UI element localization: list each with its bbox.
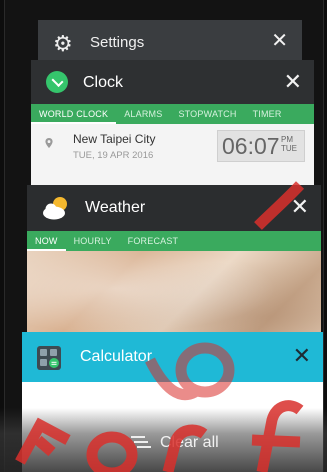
close-weather-button[interactable]: ✕ [291,196,309,218]
weather-tabs: NOW HOURLY FORECAST [27,231,321,251]
weather-card-title: Weather [85,199,146,216]
time-display: 06:07 PM TUE [217,130,305,162]
recent-apps-screen: ⚙ Settings ✕ Clock ✕ WORLD CLOCK ALARMS … [4,0,324,472]
city-name: New Taipei City [73,132,156,146]
time-value: 06:07 [222,133,280,159]
clear-all-icon [131,436,151,448]
time-ampm: PM TUE [281,135,297,153]
tab-hourly[interactable]: HOURLY [66,231,120,251]
weather-partly-cloudy-icon [43,197,67,220]
clock-card[interactable]: Clock ✕ WORLD CLOCK ALARMS STOPWATCH TIM… [31,60,314,188]
calculator-icon [37,346,61,370]
weather-card-header: Weather ✕ [27,185,321,231]
tab-stopwatch[interactable]: STOPWATCH [170,104,244,124]
clock-card-header: Clock ✕ [31,60,314,104]
calculator-card-title: Calculator [80,348,153,365]
tab-timer[interactable]: TIMER [245,104,290,124]
location-pin-icon [45,138,53,148]
clear-all-button[interactable]: Clear all [0,408,327,472]
day-label: TUE [281,144,297,153]
gear-icon: ⚙ [53,31,73,56]
settings-card-title: Settings [90,34,145,51]
calculator-card-header: Calculator ✕ [22,332,323,382]
tab-forecast[interactable]: FORECAST [120,231,187,251]
clock-preview: New Taipei City TUE, 19 APR 2016 06:07 P… [31,124,314,188]
weather-background [27,251,321,345]
close-settings-button[interactable]: ✕ [271,31,288,51]
tab-world-clock[interactable]: WORLD CLOCK [31,104,117,124]
clock-card-title: Clock [83,74,124,91]
weather-card[interactable]: Weather ✕ NOW HOURLY FORECAST [27,185,321,345]
close-calculator-button[interactable]: ✕ [293,345,311,367]
clear-all-label: Clear all [160,434,219,451]
city-date: TUE, 19 APR 2016 [73,150,154,161]
tab-alarms[interactable]: ALARMS [116,104,170,124]
tab-now[interactable]: NOW [27,231,66,251]
clock-app-icon [46,71,68,93]
clock-tabs: WORLD CLOCK ALARMS STOPWATCH TIMER [31,104,314,124]
ampm-label: PM [281,135,293,144]
close-clock-button[interactable]: ✕ [284,71,302,93]
